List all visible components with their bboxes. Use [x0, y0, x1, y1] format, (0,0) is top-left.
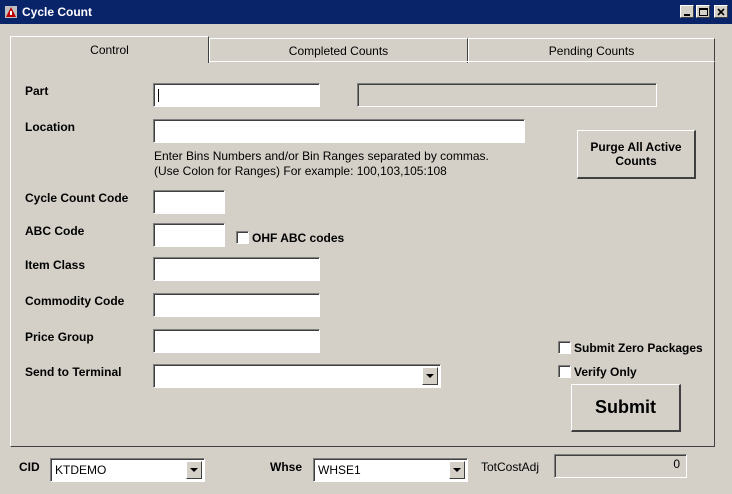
ohf-abc-codes-checkbox[interactable] [236, 231, 249, 244]
submit-button[interactable]: Submit [571, 384, 681, 432]
verify-only-checkbox[interactable] [558, 365, 571, 378]
whse-dropdown-button[interactable] [449, 461, 465, 479]
close-icon [717, 7, 725, 16]
cid-dropdown-button[interactable] [186, 461, 202, 479]
price-group-label: Price Group [25, 330, 94, 344]
chevron-down-icon [190, 467, 198, 472]
chevron-down-icon [453, 467, 461, 472]
whse-label: Whse [270, 460, 303, 474]
send-to-terminal-label: Send to Terminal [25, 365, 122, 379]
part-label: Part [25, 84, 49, 98]
tab-control[interactable]: Control [10, 36, 209, 63]
send-to-terminal-dropdown[interactable] [153, 364, 441, 388]
chevron-down-icon [426, 373, 434, 378]
send-to-terminal-dropdown-button[interactable] [422, 367, 438, 385]
maximize-icon [698, 7, 708, 16]
minimize-button[interactable] [680, 5, 694, 18]
part-input[interactable] [153, 83, 320, 107]
cycle-count-code-label: Cycle Count Code [25, 191, 129, 205]
submit-zero-packages-label: Submit Zero Packages [574, 341, 703, 355]
abc-code-label: ABC Code [25, 224, 85, 238]
item-class-label: Item Class [25, 258, 86, 272]
part-description-field [357, 83, 657, 107]
text-caret [158, 89, 159, 102]
tot-cost-adj-field: 0 [554, 454, 687, 478]
cid-label: CID [19, 460, 40, 474]
verify-only-label: Verify Only [574, 365, 637, 379]
app-icon [5, 6, 17, 18]
location-input[interactable] [153, 119, 525, 143]
commodity-code-input[interactable] [153, 293, 320, 317]
tot-cost-adj-label: TotCostAdj [481, 460, 540, 474]
title-bar: Cycle Count [0, 0, 732, 24]
commodity-code-label: Commodity Code [25, 294, 125, 308]
tab-completed-counts[interactable]: Completed Counts [209, 38, 468, 63]
cid-dropdown[interactable]: KTDEMO [50, 458, 205, 482]
maximize-button[interactable] [696, 5, 710, 18]
purge-all-active-counts-button[interactable]: Purge All Active Counts [577, 130, 696, 179]
location-hint-line-1: Enter Bins Numbers and/or Bin Ranges sep… [154, 149, 489, 163]
item-class-input[interactable] [153, 257, 320, 281]
cycle-count-code-input[interactable] [153, 190, 225, 214]
whse-dropdown[interactable]: WHSE1 [313, 458, 468, 482]
location-label: Location [25, 120, 75, 134]
window-title: Cycle Count [22, 5, 93, 19]
location-hint-line-2: (Use Colon for Ranges) For example: 100,… [154, 164, 447, 178]
minimize-icon [684, 13, 690, 16]
submit-zero-packages-checkbox[interactable] [558, 341, 571, 354]
tab-pending-counts[interactable]: Pending Counts [468, 38, 715, 63]
abc-code-input[interactable] [153, 223, 225, 247]
price-group-input[interactable] [153, 329, 320, 353]
close-button[interactable] [714, 5, 728, 18]
ohf-abc-codes-label: OHF ABC codes [252, 231, 345, 245]
